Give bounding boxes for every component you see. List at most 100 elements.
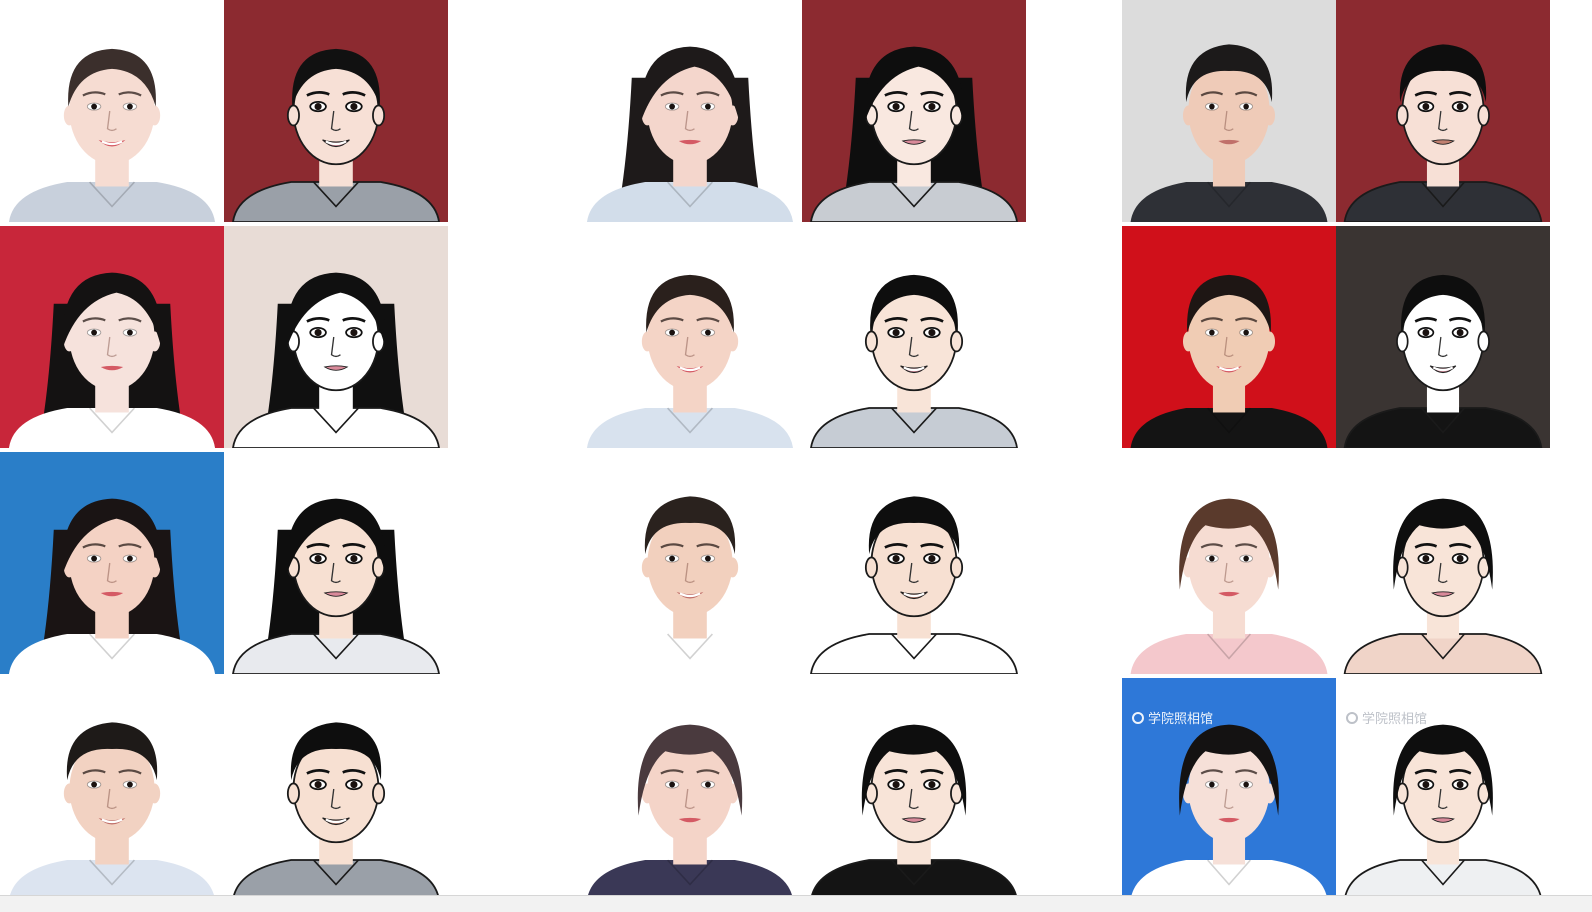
- watermark: 学院照相馆: [1132, 708, 1213, 727]
- portrait-illustration: [224, 226, 448, 448]
- portrait-illustration: [0, 0, 224, 222]
- portrait-illustration: [224, 452, 448, 674]
- eye-right-pupil: [1456, 781, 1464, 789]
- eye-left-pupil: [669, 103, 675, 110]
- eye-right-pupil: [127, 555, 133, 562]
- cartoon-portrait-tile: [802, 452, 1026, 674]
- bottom-scrollbar-strip: [0, 895, 1592, 912]
- ear-right: [148, 105, 161, 126]
- eye-left-pupil: [892, 555, 900, 563]
- eye-right-pupil: [1456, 555, 1464, 563]
- eye-left-pupil: [1209, 555, 1215, 562]
- portrait-illustration: [224, 678, 448, 900]
- eye-left-pupil: [314, 555, 322, 563]
- watermark-text: 学院照相馆: [1148, 712, 1214, 727]
- ear-right: [372, 782, 386, 805]
- eye-right-pupil: [705, 555, 711, 562]
- eye-left-pupil: [1422, 781, 1430, 789]
- portrait-illustration: [802, 678, 1026, 900]
- photo-portrait-tile: [0, 678, 224, 900]
- eye-left-pupil: [314, 781, 322, 789]
- eye-right-pupil: [928, 329, 936, 337]
- eye-left-pupil: [669, 781, 675, 788]
- eye-right-pupil: [705, 781, 711, 788]
- portrait-illustration: [578, 0, 802, 222]
- eye-right-pupil: [1243, 781, 1249, 788]
- ear-left: [1396, 330, 1409, 353]
- eye-left-pupil: [91, 781, 97, 788]
- portrait-illustration: [1336, 226, 1550, 448]
- eye-left-pupil: [892, 103, 900, 111]
- watermark: 学院照相馆: [1346, 708, 1427, 727]
- cartoon-portrait-tile: [1336, 452, 1550, 674]
- ear-left: [63, 105, 76, 126]
- eye-left-pupil: [1422, 555, 1430, 563]
- ear-left: [641, 331, 654, 352]
- portrait-illustration: [1122, 452, 1336, 674]
- eye-left-pupil: [669, 329, 675, 336]
- portrait-illustration: [1122, 0, 1336, 222]
- photo-portrait-tile: [578, 678, 802, 900]
- watermark-text: 学院照相馆: [1362, 712, 1428, 727]
- photo-portrait-tile: [1122, 226, 1336, 448]
- ear-right: [950, 330, 964, 353]
- eye-left-pupil: [314, 103, 322, 111]
- photo-portrait-tile: [1122, 452, 1336, 674]
- portrait-illustration: [0, 678, 224, 900]
- eye-left-pupil: [1422, 329, 1430, 337]
- ear-right: [148, 783, 161, 804]
- eye-left-pupil: [1422, 103, 1430, 111]
- eye-right-pupil: [928, 103, 936, 111]
- eye-left-pupil: [91, 103, 97, 110]
- eye-left-pupil: [1209, 103, 1215, 110]
- eye-left-pupil: [892, 781, 900, 789]
- portrait-illustration: [1336, 452, 1550, 674]
- eye-right-pupil: [705, 103, 711, 110]
- portrait-illustration: [224, 0, 448, 222]
- photo-portrait-tile: [578, 0, 802, 222]
- cartoon-portrait-tile: [224, 226, 448, 448]
- portrait-illustration: [0, 452, 224, 674]
- portrait-illustration: [802, 226, 1026, 448]
- eye-right-pupil: [350, 781, 358, 789]
- eye-right-pupil: [350, 329, 358, 337]
- photo-portrait-tile: [578, 226, 802, 448]
- portrait-illustration: [802, 452, 1026, 674]
- ear-right: [726, 331, 739, 352]
- eye-right-pupil: [127, 329, 133, 336]
- ear-left: [63, 783, 76, 804]
- eye-right-pupil: [928, 781, 936, 789]
- eye-left-pupil: [892, 329, 900, 337]
- ear-right: [726, 557, 739, 578]
- photo-collage: 学院照相馆 学院照相馆: [0, 0, 1592, 911]
- portrait-illustration: [802, 0, 1026, 222]
- ear-left: [864, 556, 878, 579]
- cartoon-portrait-tile: [224, 0, 448, 222]
- eye-right-pupil: [705, 329, 711, 336]
- photo-portrait-tile: [0, 452, 224, 674]
- eye-right-pupil: [127, 103, 133, 110]
- watermark-logo-icon: [1346, 711, 1358, 724]
- eye-left-pupil: [91, 555, 97, 562]
- photo-portrait-tile: [0, 0, 224, 222]
- eye-left-pupil: [314, 329, 322, 337]
- ear-left: [1396, 104, 1409, 127]
- eye-left-pupil: [91, 329, 97, 336]
- photo-portrait-tile: [0, 226, 224, 448]
- ear-left: [1182, 105, 1194, 126]
- cartoon-portrait-tile: [224, 452, 448, 674]
- ear-left: [864, 330, 878, 353]
- ear-right: [1264, 331, 1276, 352]
- ear-left: [286, 782, 300, 805]
- cartoon-portrait-tile: 学院照相馆: [1336, 678, 1550, 900]
- photo-portrait-tile: [578, 452, 802, 674]
- cartoon-portrait-tile: [802, 0, 1026, 222]
- eye-left-pupil: [669, 555, 675, 562]
- cartoon-portrait-tile: [224, 678, 448, 900]
- ear-right: [1264, 105, 1276, 126]
- cartoon-portrait-tile: [802, 678, 1026, 900]
- ear-left: [286, 104, 300, 127]
- eye-right-pupil: [928, 555, 936, 563]
- ear-left: [1182, 331, 1194, 352]
- eye-right-pupil: [1456, 329, 1464, 337]
